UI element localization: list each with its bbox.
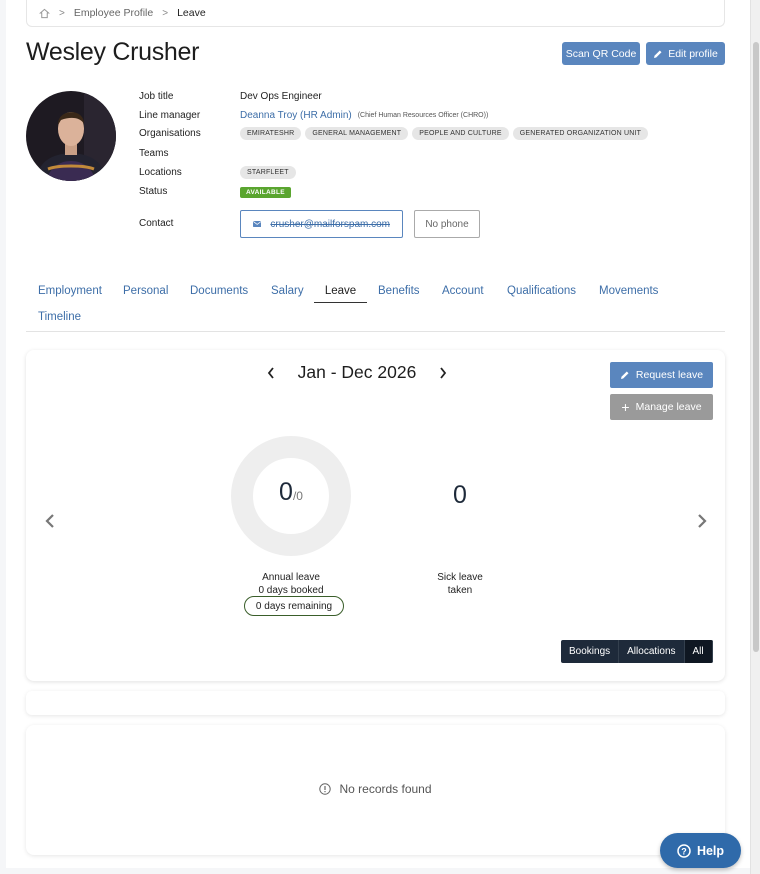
- tab-salary[interactable]: Salary: [271, 285, 304, 297]
- tab-documents[interactable]: Documents: [190, 285, 248, 297]
- tab-qualifications[interactable]: Qualifications: [507, 285, 576, 297]
- phone-contact-button[interactable]: No phone: [414, 210, 480, 238]
- edit-profile-button[interactable]: Edit profile: [646, 42, 725, 65]
- pencil-icon: [654, 50, 662, 58]
- question-icon: ?: [677, 843, 691, 858]
- tab-movements[interactable]: Movements: [599, 285, 658, 297]
- phone-text: No phone: [425, 218, 469, 230]
- job-title-value: Dev Ops Engineer: [240, 91, 322, 102]
- tab-leave[interactable]: Leave: [314, 285, 367, 303]
- tab-benefits[interactable]: Benefits: [378, 285, 420, 297]
- line-manager-link[interactable]: Deanna Troy (HR Admin): [240, 110, 352, 121]
- annual-leave-value: 0/0: [231, 478, 351, 507]
- manage-leave-label: Manage leave: [635, 401, 702, 413]
- status-badge: AVAILABLE: [240, 187, 291, 198]
- page: > Employee Profile > Leave Wesley Crushe…: [6, 0, 750, 868]
- organisation-chip: GENERAL MANAGEMENT: [305, 127, 409, 140]
- empty-state: No records found: [26, 782, 725, 796]
- chevron-right-icon: >: [59, 7, 65, 19]
- no-records-text: No records found: [339, 782, 432, 796]
- svg-text:?: ?: [681, 846, 687, 856]
- organisation-chip: EMIRATESHR: [240, 127, 302, 140]
- breadcrumb-current: Leave: [177, 7, 206, 19]
- home-icon[interactable]: [39, 8, 50, 19]
- organisations-label: Organisations: [139, 128, 201, 139]
- filter-allocations[interactable]: Allocations: [619, 640, 685, 663]
- avatar: [26, 91, 116, 181]
- scan-qr-button[interactable]: Scan QR Code: [562, 42, 640, 65]
- envelope-icon: [253, 220, 262, 228]
- email-contact-button[interactable]: crusher@mailforspam.com: [240, 210, 403, 238]
- annual-leave-caption: Annual leave 0 days booked: [231, 571, 351, 597]
- annual-value: 0: [279, 478, 293, 506]
- tab-account[interactable]: Account: [442, 285, 484, 297]
- sick-leave-value: 0: [453, 481, 467, 509]
- tab-personal[interactable]: Personal: [123, 285, 168, 297]
- tab-timeline[interactable]: Timeline: [38, 311, 81, 323]
- job-title-label: Job title: [139, 91, 174, 102]
- period-label: Jan - Dec 2026: [297, 362, 417, 382]
- chevron-right-icon: >: [162, 7, 169, 19]
- annual-leave-label: Annual leave: [262, 572, 320, 583]
- page-title: Wesley Crusher: [26, 38, 200, 66]
- carousel-prev-icon[interactable]: [43, 512, 57, 530]
- annual-total: /0: [292, 489, 303, 503]
- locations-label: Locations: [139, 167, 182, 178]
- email-text: crusher@mailforspam.com: [270, 218, 390, 230]
- plus-icon: +: [621, 399, 630, 415]
- help-button[interactable]: ? Help: [660, 833, 741, 868]
- days-remaining: 0 days remaining: [244, 596, 344, 616]
- filter-bookings[interactable]: Bookings: [561, 640, 620, 663]
- line-manager-role: (Chief Human Resources Officer (CHRO)): [357, 112, 489, 119]
- scan-qr-label: Scan QR Code: [565, 47, 637, 60]
- request-leave-label: Request leave: [635, 369, 704, 381]
- sick-leave-caption: Sick leave taken: [420, 571, 500, 597]
- sick-leave-label: Sick leave: [437, 572, 483, 583]
- organisation-chip: PEOPLE AND CULTURE: [412, 127, 509, 140]
- filter-all[interactable]: All: [684, 640, 713, 663]
- records-card: No records found: [26, 725, 725, 855]
- contact-label: Contact: [139, 218, 174, 229]
- breadcrumb: > Employee Profile > Leave: [26, 0, 725, 27]
- carousel-next-icon[interactable]: [695, 512, 709, 530]
- filter-bar-card: [26, 691, 725, 715]
- help-label: Help: [696, 843, 725, 858]
- organisation-chip: GENERATED ORGANIZATION UNIT: [512, 127, 649, 140]
- tab-employment[interactable]: Employment: [38, 285, 102, 297]
- chevron-left-icon[interactable]: [266, 366, 276, 380]
- profile-tabs: Employment Personal Documents Salary Lea…: [26, 278, 725, 332]
- period-selector: Jan - Dec 2026: [252, 362, 462, 383]
- scrollbar-thumb[interactable]: [753, 42, 759, 652]
- leave-summary-card: Jan - Dec 2026 Request leave + Manage le…: [26, 350, 725, 681]
- edit-profile-label: Edit profile: [668, 47, 718, 60]
- location-chip: STARFLEET: [240, 166, 296, 179]
- pencil-icon: [620, 371, 629, 379]
- teams-label: Teams: [139, 148, 169, 159]
- leave-filter-toggle: Bookings Allocations All: [561, 640, 713, 663]
- status-label: Status: [139, 186, 168, 197]
- info-icon: [319, 783, 332, 795]
- scrollbar[interactable]: [750, 0, 760, 874]
- line-manager-label: Line manager: [139, 110, 201, 121]
- request-leave-button[interactable]: Request leave: [610, 362, 713, 388]
- chevron-right-icon[interactable]: [438, 366, 448, 380]
- manage-leave-button[interactable]: + Manage leave: [610, 394, 713, 420]
- breadcrumb-link[interactable]: Employee Profile: [74, 7, 153, 19]
- sick-leave-sub: taken: [447, 585, 473, 596]
